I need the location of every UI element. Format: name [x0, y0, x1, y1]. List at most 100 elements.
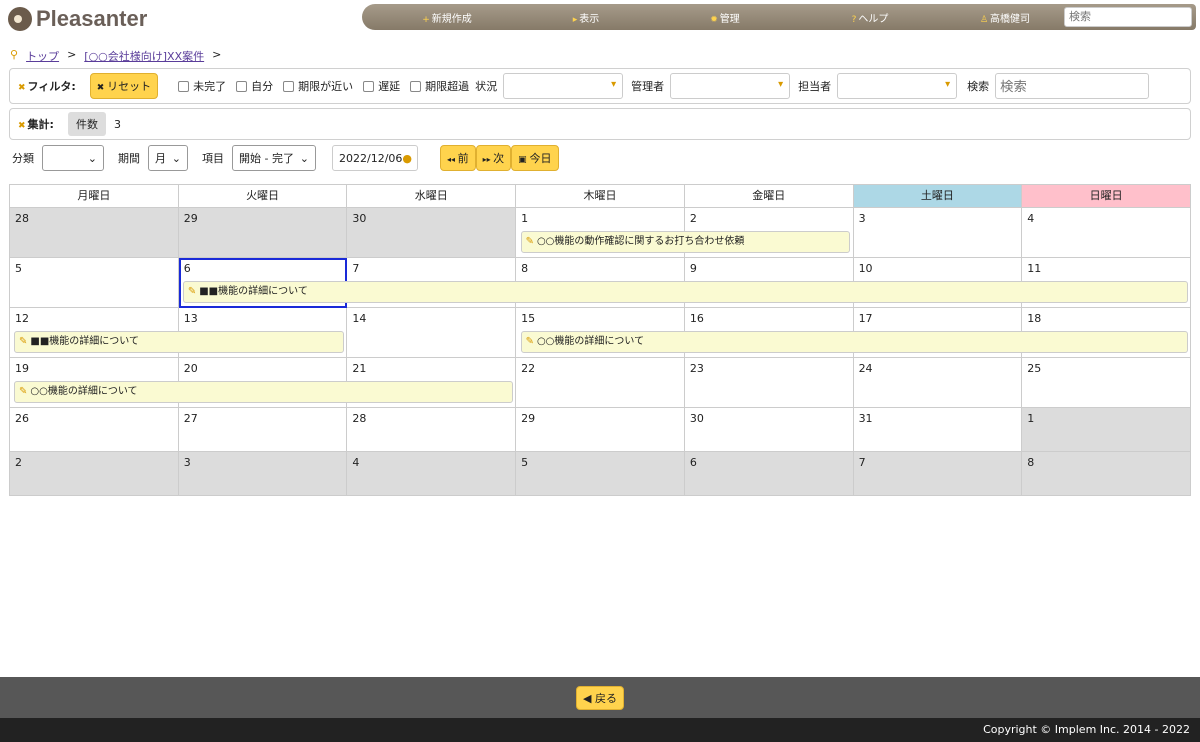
- filter-near[interactable]: 期限が近い: [283, 78, 353, 94]
- filter-search-input[interactable]: [995, 73, 1150, 99]
- calendar-event[interactable]: ✎ ■■機能の詳細について: [14, 331, 344, 353]
- nav-new[interactable]: + 新規作成: [362, 10, 532, 25]
- day-cell[interactable]: 22: [516, 358, 685, 408]
- day-cell[interactable]: 5: [10, 258, 179, 308]
- weekday-1: 火曜日: [178, 185, 348, 208]
- checkbox[interactable]: [283, 80, 295, 92]
- manager-select[interactable]: [670, 73, 791, 99]
- day-cell[interactable]: 4: [1022, 208, 1191, 258]
- event-title: ○○機能の動作確認に関するお打ち合わせ依頼: [536, 236, 745, 247]
- pencil-icon: ✎: [525, 336, 534, 347]
- aggregate-value: 3: [113, 117, 121, 131]
- pencil-icon: ✎: [525, 236, 534, 247]
- filter-self[interactable]: 自分: [236, 78, 273, 94]
- day-cell[interactable]: 14: [347, 308, 517, 358]
- weekday-3: 木曜日: [516, 185, 685, 208]
- checkbox[interactable]: [236, 80, 248, 92]
- weekday-4: 金曜日: [684, 185, 854, 208]
- weekday-5: 土曜日: [853, 185, 1023, 208]
- breadcrumb-top[interactable]: トップ: [26, 48, 59, 64]
- back-button[interactable]: ◀ 戻る: [576, 685, 624, 710]
- aggregate-label[interactable]: ✖ 集計:: [18, 116, 54, 132]
- event-title: ○○機能の詳細について: [30, 386, 138, 397]
- day-cell[interactable]: 31: [853, 408, 1023, 452]
- event-title: ■■機能の詳細について: [199, 286, 308, 297]
- day-cell[interactable]: 27: [178, 408, 348, 452]
- breadcrumb: ⚲ トップ > [○○会社様向け]XX案件 >: [10, 48, 221, 64]
- day-cell[interactable]: 29: [516, 408, 685, 452]
- logo-bird-icon: [8, 7, 32, 31]
- day-cell[interactable]: 24: [853, 358, 1023, 408]
- day-cell[interactable]: 5: [516, 452, 685, 496]
- class-label: 分類: [12, 152, 34, 165]
- filter-label[interactable]: ✖ フィルタ:: [18, 78, 76, 94]
- close-icon: ✖: [18, 83, 26, 93]
- day-cell[interactable]: 23: [684, 358, 854, 408]
- owner-label: 担当者: [798, 80, 832, 93]
- weekday-0: 月曜日: [10, 185, 179, 208]
- day-cell[interactable]: 25: [1022, 358, 1191, 408]
- checkbox[interactable]: [363, 80, 375, 92]
- nav-help[interactable]: ? ヘルプ: [810, 10, 930, 25]
- owner-select[interactable]: [837, 73, 958, 99]
- aggregate-type[interactable]: 件数: [67, 112, 106, 136]
- day-cell[interactable]: 30: [684, 408, 854, 452]
- class-select[interactable]: ⌄: [42, 145, 104, 171]
- checkbox[interactable]: [410, 80, 422, 92]
- day-cell[interactable]: 6: [684, 452, 854, 496]
- day-cell[interactable]: 28: [347, 408, 517, 452]
- day-cell[interactable]: 4: [347, 452, 517, 496]
- filter-overdue[interactable]: 期限超過: [410, 78, 469, 94]
- calendar-event[interactable]: ✎ ○○機能の詳細について: [520, 331, 1188, 353]
- day-cell[interactable]: 7: [853, 452, 1023, 496]
- date-input[interactable]: 2022/12/06 ●: [332, 145, 418, 171]
- calendar: 月曜日 火曜日 水曜日 木曜日 金曜日 土曜日 日曜日 28 29 30 1 2 3 4 ✎ ○○機能の動作…: [9, 184, 1191, 496]
- today-button[interactable]: ▣ 今日: [511, 145, 559, 171]
- calendar-event[interactable]: ✎ ○○機能の動作確認に関するお打ち合わせ依頼: [520, 231, 851, 253]
- prev-button[interactable]: ◂◂ 前: [440, 145, 476, 171]
- copyright: Copyright © Implem Inc. 2014 - 2022: [0, 718, 1200, 742]
- nav-user[interactable]: ♙ 高橋健司: [930, 10, 1080, 25]
- day-cell[interactable]: 3: [853, 208, 1023, 258]
- day-cell[interactable]: 29: [178, 208, 348, 258]
- filter-bar: ✖フィルタ: ✖ リセット 未完了 自分 期限が近い 遅延 期限超過 状況 管理…: [9, 68, 1191, 104]
- help-icon: ?: [851, 14, 857, 25]
- plus-icon: +: [422, 14, 430, 25]
- pencil-icon: ✎: [187, 286, 197, 297]
- breadcrumb-site[interactable]: [○○会社様向け]XX案件: [84, 48, 204, 64]
- user-icon: ♙: [979, 14, 989, 25]
- week-row: 26 27 28 29 30 31 1: [10, 408, 1191, 452]
- close-icon: ✖: [18, 121, 26, 131]
- reset-button[interactable]: ✖ リセット: [89, 73, 159, 99]
- aggregate-bar: ✖ 集計: 件数 3: [9, 108, 1191, 140]
- day-cell[interactable]: 28: [10, 208, 179, 258]
- manager-label: 管理者: [631, 80, 665, 93]
- calendar-event[interactable]: ✎ ■■機能の詳細について: [182, 281, 1188, 303]
- logo[interactable]: Pleasanter: [8, 6, 147, 32]
- next-button[interactable]: ▸▸ 次: [475, 145, 512, 171]
- item-label: 項目: [202, 152, 224, 165]
- calendar-toolbar: 分類 ⌄ 期間 月 ⌄ 項目 開始 - 完了 ⌄ 2022/12/06 ● ◂◂ 前 …: [12, 145, 559, 171]
- day-cell[interactable]: 3: [178, 452, 348, 496]
- triangle-icon: ▸: [572, 14, 578, 25]
- nav-view[interactable]: ▸ 表示: [532, 10, 640, 25]
- item-select[interactable]: 開始 - 完了 ⌄: [232, 145, 316, 171]
- calendar-event[interactable]: ✎ ○○機能の詳細について: [14, 381, 513, 403]
- nav-admin[interactable]: ✹ 管理: [640, 10, 810, 25]
- day-cell[interactable]: 2: [10, 452, 179, 496]
- day-cell[interactable]: 30: [347, 208, 517, 258]
- nav-search-input[interactable]: [1064, 7, 1192, 27]
- status-select[interactable]: [503, 73, 624, 99]
- period-select[interactable]: 月 ⌄: [148, 145, 188, 171]
- week-row: 12 13 14 15 16 17 18 ✎ ■■機能の詳細について ✎ ○○機能の詳細について: [10, 308, 1191, 358]
- day-cell[interactable]: 8: [1022, 452, 1191, 496]
- weekday-6: 日曜日: [1022, 185, 1191, 208]
- period-label: 期間: [118, 152, 140, 165]
- day-cell[interactable]: 26: [10, 408, 179, 452]
- day-cell[interactable]: 1: [1022, 408, 1191, 452]
- event-title: ■■機能の詳細について: [30, 336, 139, 347]
- filter-delay[interactable]: 遅延: [363, 78, 400, 94]
- filter-incomplete[interactable]: 未完了: [178, 78, 226, 94]
- checkbox[interactable]: [178, 80, 190, 92]
- pencil-icon: ✎: [19, 336, 28, 347]
